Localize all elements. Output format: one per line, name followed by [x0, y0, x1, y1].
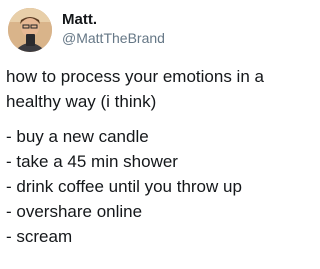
tweet-intro-line: healthy way (i think): [6, 92, 157, 111]
avatar[interactable]: [8, 8, 52, 52]
tweet-intro-line: how to process your emotions in a: [6, 67, 264, 86]
tweet-header: Matt. @MattTheBrand: [0, 0, 300, 56]
list-item: - drink coffee until you throw up: [6, 177, 242, 196]
author-handle[interactable]: @MattTheBrand: [62, 30, 165, 47]
author-display-name[interactable]: Matt.: [62, 11, 97, 29]
list-item: - overshare online: [6, 202, 143, 221]
list-item: - buy a new candle: [6, 127, 149, 146]
list-item: - scream: [6, 227, 73, 246]
list-item: - take a 45 min shower: [6, 152, 178, 171]
profile-photo-icon: [8, 8, 52, 52]
tweet-text: how to process your emotions in a health…: [6, 64, 298, 249]
